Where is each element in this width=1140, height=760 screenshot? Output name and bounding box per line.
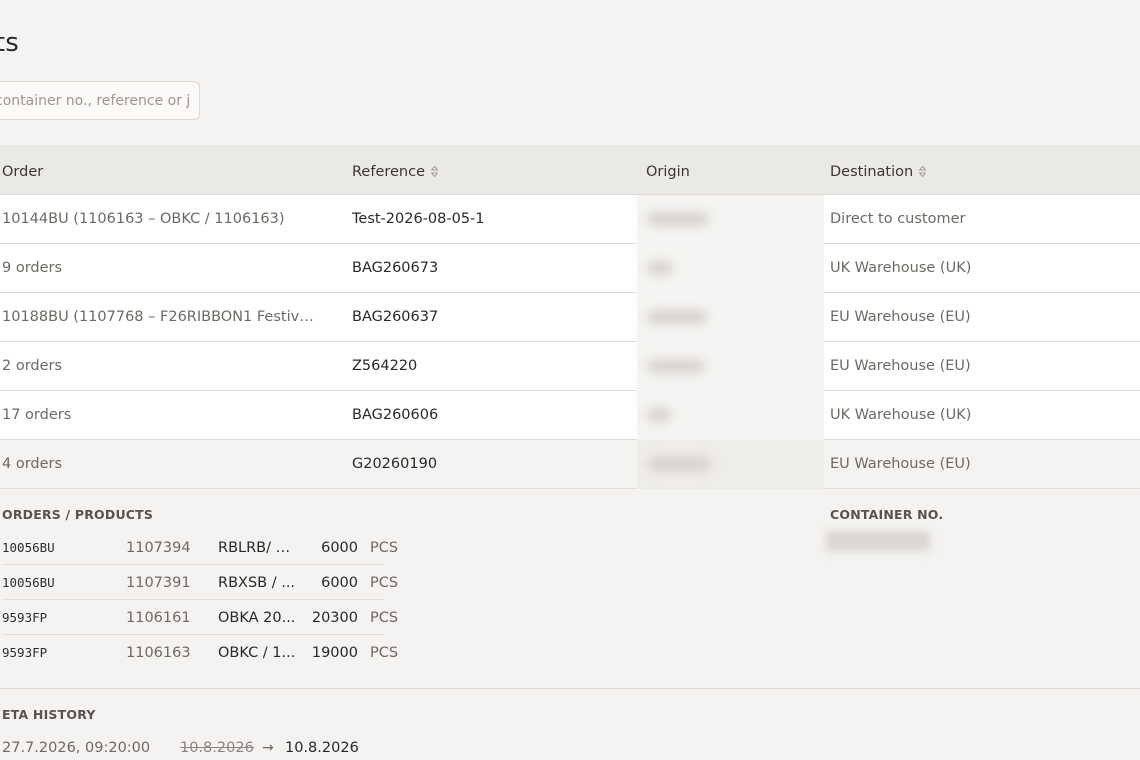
container-number-redacted xyxy=(826,531,930,551)
product-unit: PCS xyxy=(370,610,399,626)
product-name: RBLRB/ 1... xyxy=(218,540,298,556)
column-header-origin: Origin xyxy=(646,164,690,180)
reference-cell: BAG260637 xyxy=(352,309,439,325)
eta-history-label: ETA HISTORY xyxy=(2,707,96,722)
orders-products-label: ORDERS / PRODUCTS xyxy=(2,507,154,522)
table-row[interactable]: 9 orders BAG260673 UK Warehouse (UK) xyxy=(0,244,1140,293)
eta-history-section: ETA HISTORY 27.7.2026, 09:20:00 10.8.202… xyxy=(0,690,1140,760)
order-cell: 9 orders xyxy=(2,260,63,276)
table-header: Order Reference Origin Destination xyxy=(0,145,1140,195)
order-cell: 10144BU (1106163 – OBKC / 1106163) xyxy=(2,211,285,227)
order-code: 10056BU xyxy=(2,575,55,590)
origin-cell-redacted xyxy=(637,244,824,293)
order-code: 9593FP xyxy=(2,610,48,625)
product-number: 1106163 xyxy=(126,645,191,661)
product-unit: PCS xyxy=(370,575,399,591)
reference-cell: Test-2026-08-05-1 xyxy=(352,211,485,227)
origin-cell-redacted xyxy=(637,440,824,489)
eta-previous-date: 10.8.2026 xyxy=(180,740,254,756)
product-unit: PCS xyxy=(370,540,399,556)
origin-cell-redacted xyxy=(637,342,824,391)
order-code: 9593FP xyxy=(2,645,48,660)
product-number: 1106161 xyxy=(126,610,191,626)
origin-cell-redacted xyxy=(637,391,824,440)
order-cell: 2 orders xyxy=(2,358,63,374)
product-quantity: 6000 xyxy=(321,575,358,591)
product-quantity: 6000 xyxy=(321,540,358,556)
page-title: ents xyxy=(0,28,20,58)
destination-cell: EU Warehouse (EU) xyxy=(830,456,971,472)
eta-timestamp: 27.7.2026, 09:20:00 xyxy=(2,740,151,756)
order-cell: 4 orders xyxy=(2,456,63,472)
product-row: 10056BU 1107394 RBLRB/ 1... 6000 PCS xyxy=(2,530,398,565)
destination-cell: EU Warehouse (EU) xyxy=(830,358,971,374)
arrow-right-icon: → xyxy=(262,740,274,756)
table-row[interactable]: 2 orders Z564220 EU Warehouse (EU) xyxy=(0,342,1140,391)
column-header-destination[interactable]: Destination xyxy=(830,145,927,195)
row-details-panel: ORDERS / PRODUCTS CONTAINER NO. 10056BU … xyxy=(0,489,1140,689)
destination-cell: UK Warehouse (UK) xyxy=(830,260,972,276)
container-no-label: CONTAINER NO. xyxy=(830,507,944,522)
product-row: 10056BU 1107391 RBXSB / ... 6000 PCS xyxy=(2,565,398,600)
product-row: 9593FP 1106163 OBKC / 1... 19000 PCS xyxy=(2,635,398,670)
order-code: 10056BU xyxy=(2,540,55,555)
product-unit: PCS xyxy=(370,645,399,661)
table-row[interactable]: 10144BU (1106163 – OBKC / 1106163) Test-… xyxy=(0,195,1140,244)
product-number: 1107394 xyxy=(126,540,191,556)
product-name: OBKC / 1... xyxy=(218,645,296,661)
destination-cell: EU Warehouse (EU) xyxy=(830,309,971,325)
sort-icon[interactable] xyxy=(431,166,439,177)
product-name: RBXSB / ... xyxy=(218,575,296,591)
table-row[interactable]: 10188BU (1107768 – F26RIBBON1 Festive … … xyxy=(0,293,1140,342)
eta-new-date: 10.8.2026 xyxy=(285,740,359,756)
order-cell: 10188BU (1107768 – F26RIBBON1 Festive … xyxy=(2,309,322,325)
reference-cell: BAG260606 xyxy=(352,407,439,423)
shipments-table: Order Reference Origin Destination 10144… xyxy=(0,145,1140,489)
reference-cell: BAG260673 xyxy=(352,260,439,276)
product-name: OBKA 20... xyxy=(218,610,296,626)
search-field[interactable] xyxy=(0,81,200,120)
order-cell: 17 orders xyxy=(2,407,72,423)
destination-cell: UK Warehouse (UK) xyxy=(830,407,972,423)
sort-icon[interactable] xyxy=(919,166,927,177)
column-header-reference[interactable]: Reference xyxy=(352,145,439,195)
product-quantity: 20300 xyxy=(311,610,358,626)
product-quantity: 19000 xyxy=(311,645,358,661)
destination-cell: Direct to customer xyxy=(830,211,966,227)
reference-cell: Z564220 xyxy=(352,358,418,374)
search-input[interactable] xyxy=(0,82,199,119)
product-number: 1107391 xyxy=(126,575,191,591)
column-header-order: Order xyxy=(2,164,44,180)
reference-cell: G20260190 xyxy=(352,456,438,472)
origin-cell-redacted xyxy=(637,293,824,342)
table-row[interactable]: 17 orders BAG260606 UK Warehouse (UK) xyxy=(0,391,1140,440)
origin-cell-redacted xyxy=(637,195,824,244)
product-row: 9593FP 1106161 OBKA 20... 20300 PCS xyxy=(2,600,398,635)
table-row-expanded[interactable]: 4 orders G20260190 EU Warehouse (EU) xyxy=(0,440,1140,489)
